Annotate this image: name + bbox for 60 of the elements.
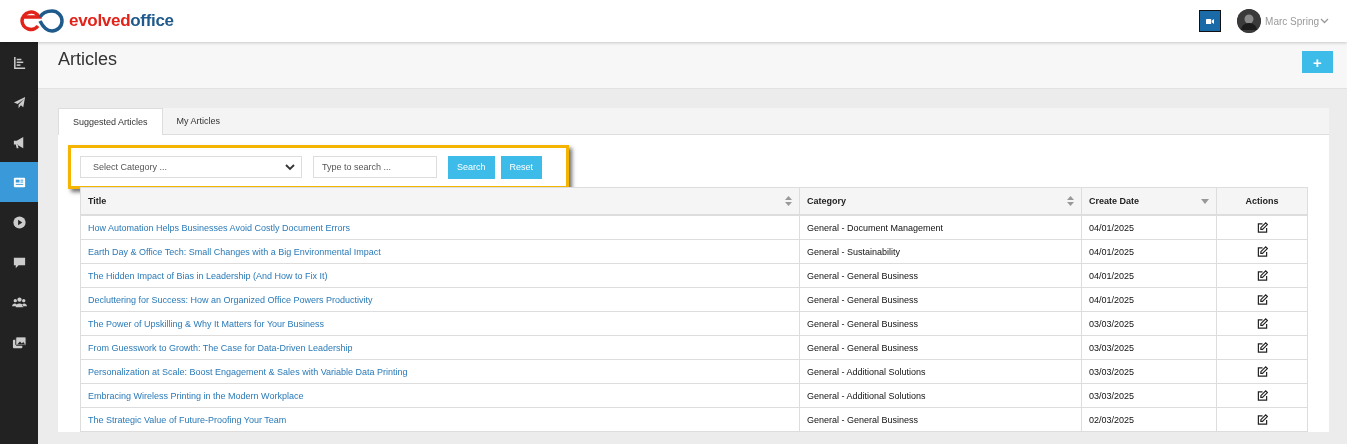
sort-desc-icon[interactable] [1201,198,1209,204]
table-cell: 04/01/2025 [1081,215,1217,240]
article-link[interactable]: Earth Day & Office Tech: Small Changes with a Big Environmental Impact [88,246,381,257]
article-link[interactable]: How Automation Helps Businesses Avoid Costly Document Errors [88,222,350,233]
table-cell: General - General Business [799,407,1082,432]
logo-icon [18,9,66,33]
tab[interactable]: My Articles [162,108,235,134]
table-cell: 04/01/2025 [1081,263,1217,288]
images-icon [11,334,27,350]
video-call-button[interactable] [1199,10,1222,32]
chevron-icon[interactable] [1320,18,1329,24]
category-select[interactable]: Select Category ... [80,156,302,178]
article-link[interactable]: Embracing Wireless Printing in the Modern Workplace [88,390,304,401]
video-camera-icon [1206,16,1215,26]
edit-icon[interactable] [1256,294,1268,306]
table-cell: General - General Business [799,263,1082,288]
article-link[interactable]: The Power of Upskilling & Why It Matters for Your Business [88,318,325,329]
table-cell: General - General Business [799,287,1082,312]
table-cell: General - Sustainability [799,239,1082,264]
table-cell: 04/01/2025 [1081,239,1217,264]
table-cell: 02/03/2025 [1081,407,1217,432]
table-cell: General - General Business [799,335,1082,360]
edit-icon[interactable] [1256,366,1268,378]
avatar-icon[interactable] [1237,9,1262,33]
table-cell: 03/03/2025 [1081,335,1217,360]
column-header: Actions [1216,187,1308,215]
column-header[interactable]: Create Date [1081,187,1217,215]
sort-icon[interactable] [785,196,792,206]
article-link[interactable]: Decluttering for Success: How an Organized Office Powers Productivity [88,294,373,305]
edit-icon[interactable] [1256,246,1268,258]
page-title: Articles [58,49,117,70]
sort-icon[interactable] [1067,196,1074,206]
edit-icon[interactable] [1256,318,1268,330]
edit-icon[interactable] [1256,414,1268,426]
chart-icon [11,54,27,70]
table-cell: 04/01/2025 [1081,287,1217,312]
user-name[interactable]: Marc Spring [1265,15,1319,27]
article-link[interactable]: The Strategic Value of Future-Proofing Your Team [88,414,287,425]
table-cell: 03/03/2025 [1081,311,1217,336]
article-link[interactable]: The Hidden Impact of Bias in Leadership (And How to Fix It) [88,270,328,281]
article-link[interactable]: Personalization at Scale: Boost Engagement & Sales with Variable Data Printing [88,366,408,377]
article-link[interactable]: From Guesswork to Growth: The Case for Data-Driven Leadership [88,342,353,353]
table-cell: General - General Business [799,311,1082,336]
column-header[interactable]: Category [799,187,1082,215]
play-icon [11,214,27,230]
paper-plane-icon [11,94,27,110]
table-cell: General - Additional Solutions [799,359,1082,384]
logo-wordmark: evolvedoffice [69,11,174,31]
table-cell: 03/03/2025 [1081,359,1217,384]
tab[interactable]: Suggested Articles [58,108,163,135]
search-field[interactable]: Type to search ... [313,156,437,178]
column-header[interactable]: Title [80,187,800,215]
edit-icon[interactable] [1256,270,1268,282]
edit-icon[interactable] [1256,342,1268,354]
edit-icon[interactable] [1256,390,1268,402]
table-cell: General - Document Management [799,215,1082,240]
table-cell: 03/03/2025 [1081,383,1217,408]
chevron-down-icon [285,163,295,171]
table-cell: General - Additional Solutions [799,383,1082,408]
edit-icon[interactable] [1256,222,1268,234]
